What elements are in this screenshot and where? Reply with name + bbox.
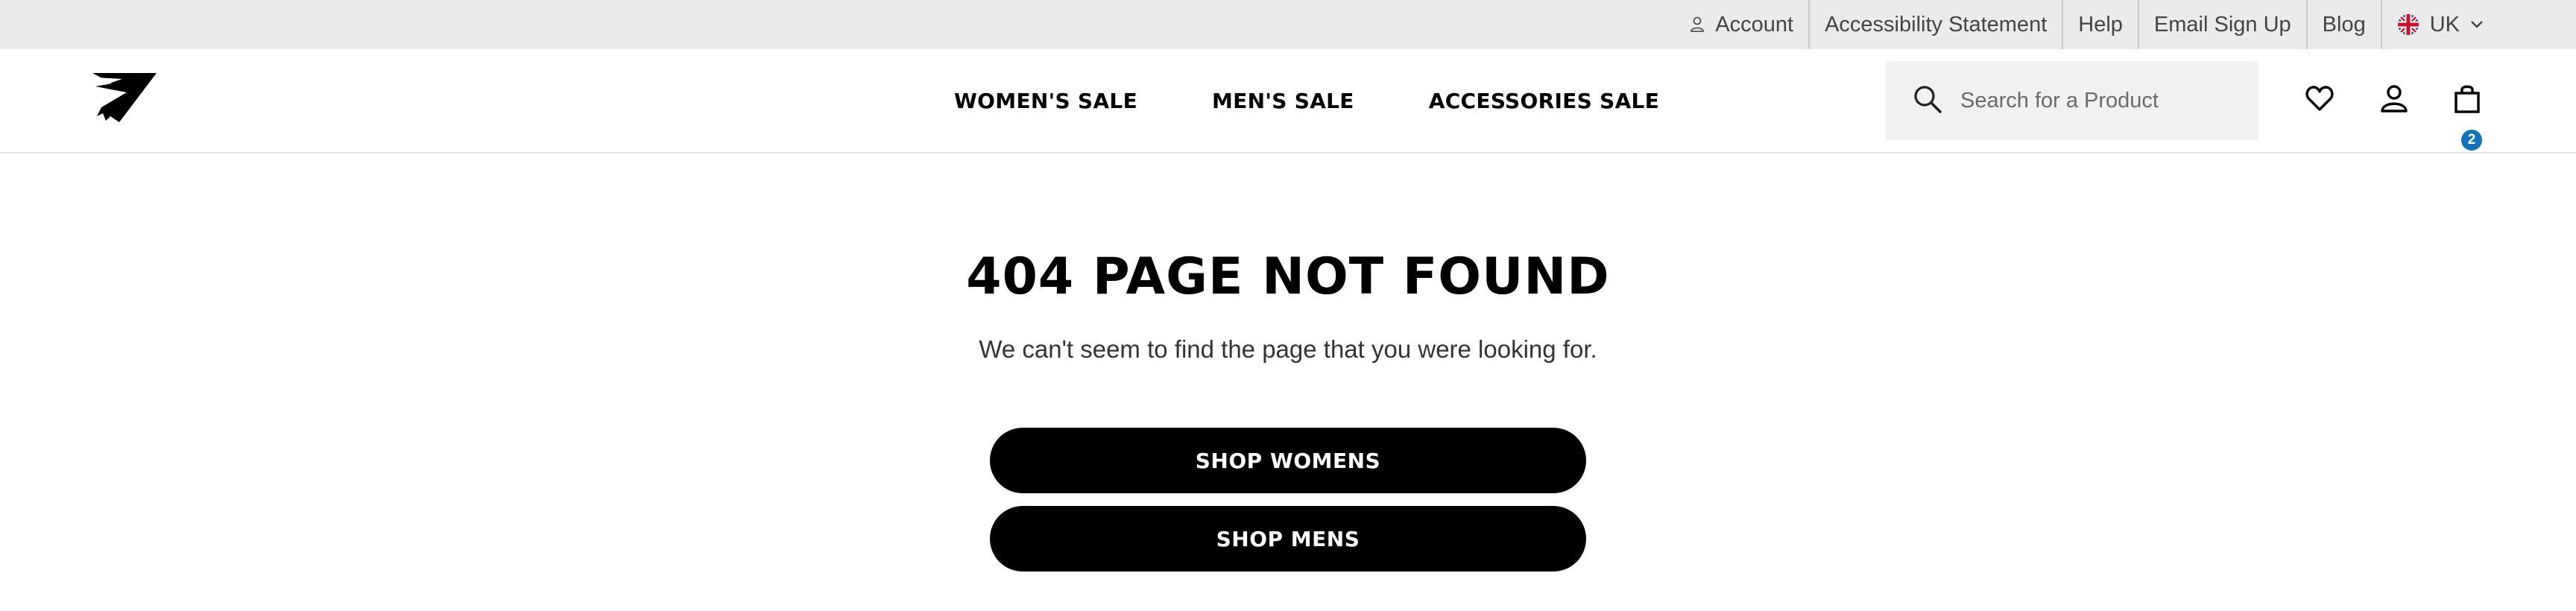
search-input[interactable] bbox=[1960, 88, 2244, 113]
user-icon[interactable] bbox=[2379, 83, 2409, 117]
not-found-message: We can't seem to find the page that you … bbox=[979, 335, 1597, 363]
nav-womens-sale[interactable]: WOMEN'S SALE bbox=[954, 89, 1137, 113]
brand-logo[interactable] bbox=[89, 70, 158, 124]
utility-links: Account Accessibility Statement Help Ema… bbox=[1675, 0, 2498, 49]
region-label: UK bbox=[2429, 12, 2460, 37]
help-link[interactable]: Help bbox=[2062, 0, 2138, 49]
chevron-down-icon bbox=[2470, 20, 2484, 29]
bag-icon[interactable] bbox=[2452, 83, 2482, 117]
blog-label: Blog bbox=[2322, 12, 2366, 37]
cart-count-badge: 2 bbox=[2460, 128, 2484, 152]
heart-icon[interactable] bbox=[2305, 83, 2334, 117]
blog-link[interactable]: Blog bbox=[2305, 0, 2381, 49]
search-box[interactable] bbox=[1886, 61, 2258, 140]
nav-mens-sale[interactable]: MEN'S SALE bbox=[1212, 89, 1354, 113]
account-label: Account bbox=[1715, 12, 1794, 37]
shop-mens-button[interactable]: SHOP MENS bbox=[990, 506, 1586, 572]
search-icon[interactable] bbox=[1913, 84, 1942, 118]
accessibility-label: Accessibility Statement bbox=[1825, 12, 2048, 37]
page-title: 404 PAGE NOT FOUND bbox=[966, 247, 1610, 306]
not-found-content: 404 PAGE NOT FOUND We can't seem to find… bbox=[0, 153, 2576, 611]
email-signup-link[interactable]: Email Sign Up bbox=[2137, 0, 2306, 49]
accessibility-link[interactable]: Accessibility Statement bbox=[1808, 0, 2062, 49]
nav-accessories-sale[interactable]: ACCESSORIES SALE bbox=[1429, 89, 1659, 113]
account-link[interactable]: Account bbox=[1675, 0, 1808, 49]
shop-womens-button[interactable]: SHOP WOMENS bbox=[990, 428, 1586, 493]
main-nav: WOMEN'S SALE MEN'S SALE ACCESSORIES SALE bbox=[954, 49, 1659, 152]
utility-bar: Account Accessibility Statement Help Ema… bbox=[0, 0, 2576, 49]
help-label: Help bbox=[2078, 12, 2123, 37]
region-selector[interactable]: UK bbox=[2380, 0, 2498, 49]
uk-flag-icon bbox=[2397, 13, 2419, 36]
email-signup-label: Email Sign Up bbox=[2153, 12, 2291, 37]
account-icon bbox=[1690, 16, 1705, 33]
main-header: WOMEN'S SALE MEN'S SALE ACCESSORIES SALE bbox=[0, 49, 2576, 153]
